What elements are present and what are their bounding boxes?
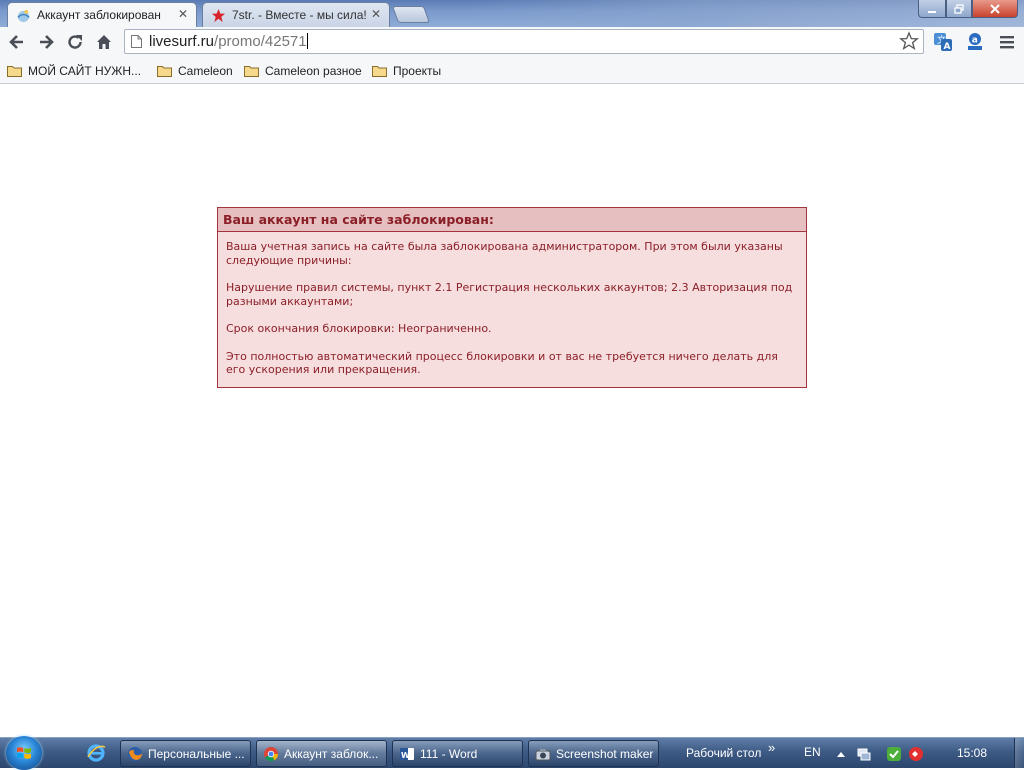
windows-logo-icon (17, 747, 31, 759)
home-button[interactable] (93, 31, 115, 53)
task-label: 111 - Word (420, 746, 478, 761)
chrome-icon (264, 746, 279, 761)
address-bar[interactable]: livesurf.ru/promo/42571 (124, 29, 924, 54)
show-hidden-icons-icon[interactable] (833, 746, 849, 762)
browser-toolbar: livesurf.ru/promo/42571 文 A a (0, 27, 1024, 58)
bookmark-folder-cameleon[interactable]: Cameleon (157, 62, 233, 80)
svg-text:A: A (944, 42, 951, 52)
tab-account-blocked[interactable]: Аккаунт заблокирован ✕ (7, 2, 197, 27)
task-label: Аккаунт заблок... (284, 746, 379, 761)
taskbar-item-word[interactable]: W 111 - Word (392, 740, 523, 767)
firefox-icon (128, 746, 142, 761)
tab-close-icon[interactable]: ✕ (371, 7, 381, 21)
bookmark-star-icon[interactable] (899, 31, 919, 51)
livesurf-favicon-icon (17, 9, 30, 23)
text-caret (306, 33, 308, 49)
bookmark-label: Cameleon (178, 64, 233, 78)
close-icon (990, 3, 1000, 14)
tab-7str[interactable]: 7str. - Вместе - мы сила! ✕ (202, 2, 390, 27)
notice-paragraph-reason-intro: Ваша учетная запись на сайте была заблок… (226, 240, 783, 267)
reload-icon (68, 35, 82, 49)
notice-body: Ваша учетная запись на сайте была заблок… (218, 232, 806, 377)
security-app-icon[interactable] (886, 746, 902, 762)
svg-text:a: a (972, 36, 978, 46)
folder-icon (244, 66, 259, 77)
new-tab-button[interactable] (391, 6, 431, 23)
svg-text:W: W (401, 751, 410, 760)
reload-button[interactable] (64, 31, 86, 53)
red-star-icon (211, 8, 226, 23)
taskbar-item-chrome[interactable]: Аккаунт заблок... (256, 740, 387, 767)
browser-tab-strip: Аккаунт заблокирован ✕ 7str. - Вместе - … (0, 0, 1024, 27)
bookmark-label: МОЙ САЙТ НУЖН... (28, 64, 142, 78)
network-icon[interactable] (856, 746, 872, 762)
page-content: Ваш аккаунт на сайте заблокирован: Ваша … (0, 85, 1024, 712)
notice-heading: Ваш аккаунт на сайте заблокирован: (218, 208, 806, 232)
show-desktop-button[interactable] (1014, 738, 1024, 768)
bookmark-folder-my-site[interactable]: МОЙ САЙТ НУЖН... (7, 62, 141, 80)
taskbar-item-firefox[interactable]: Персональные ... (120, 740, 251, 767)
screenshot-maker-icon (535, 748, 551, 760)
forward-arrow-icon (40, 35, 54, 49)
antivirus-icon[interactable] (908, 746, 924, 762)
start-button[interactable] (6, 736, 42, 770)
desktop-toolbar-label[interactable]: Рабочий стол (686, 746, 761, 760)
url-host: livesurf.ru (149, 33, 215, 50)
system-clock[interactable]: 15:08 (957, 746, 987, 760)
bookmarks-bar: МОЙ САЙТ НУЖН... Cameleon Cameleon разно… (0, 58, 1024, 84)
toolbar-chevron-icon[interactable]: » (768, 740, 775, 755)
translate-extension-icon[interactable]: 文 A (933, 32, 953, 52)
home-icon (97, 35, 111, 49)
notice-paragraph-expiry: Срок окончания блокировки: Неограниченно… (226, 322, 492, 335)
folder-icon (157, 66, 172, 77)
tab-close-icon[interactable]: ✕ (178, 7, 188, 21)
tab-title: 7str. - Вместе - мы сила! (232, 8, 366, 22)
extension-a-icon[interactable]: a (965, 32, 985, 52)
word-icon: W (400, 747, 414, 760)
bookmark-label: Проекты (393, 64, 442, 78)
menu-icon[interactable] (997, 32, 1017, 52)
url-path: /promo/42571 (214, 33, 307, 50)
taskbar-item-screenshot-maker[interactable]: Screenshot maker (528, 740, 659, 767)
task-label: Screenshot maker (556, 746, 654, 761)
url-text: livesurf.ru/promo/42571 (149, 33, 308, 50)
bookmark-label: Cameleon разное (265, 64, 362, 78)
page-icon (131, 35, 142, 48)
internet-explorer-icon[interactable] (85, 742, 107, 764)
close-window-button[interactable] (972, 0, 1018, 18)
maximize-button[interactable] (946, 0, 972, 18)
notice-paragraph-rules: Нарушение правил системы, пункт 2.1 Реги… (226, 281, 793, 308)
minimize-button[interactable] (918, 0, 946, 18)
back-arrow-icon (9, 35, 23, 49)
task-label: Персональные ... (148, 746, 245, 761)
account-blocked-notice: Ваш аккаунт на сайте заблокирован: Ваша … (217, 207, 807, 388)
windows-taskbar: Персональные ... Аккаунт заблок... W 111… (0, 736, 1024, 770)
bookmark-folder-projects[interactable]: Проекты (372, 62, 441, 80)
restore-icon (954, 3, 964, 14)
folder-icon (7, 66, 22, 77)
notice-paragraph-automatic: Это полностью автоматический процесс бло… (226, 349, 778, 377)
tab-title: Аккаунт заблокирован (37, 8, 161, 22)
bookmark-folder-cameleon-misc[interactable]: Cameleon разное (244, 62, 362, 80)
back-button[interactable] (6, 31, 28, 53)
folder-icon (372, 66, 387, 77)
forward-button[interactable] (35, 31, 57, 53)
language-indicator[interactable]: EN (804, 745, 821, 759)
minimize-icon (928, 10, 936, 13)
